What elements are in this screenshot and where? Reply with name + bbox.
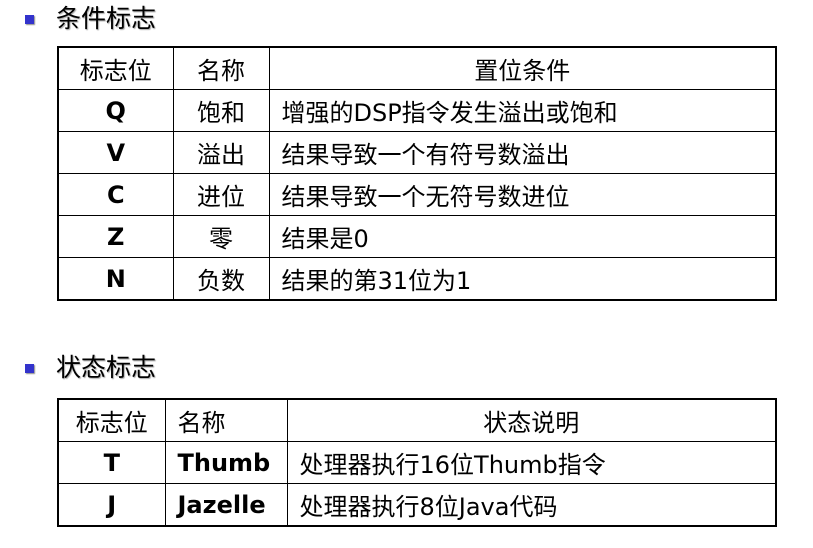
flag-cell: Q	[57, 89, 174, 132]
name-cell: Jazelle	[164, 483, 288, 527]
state-flags-table: 标志位 名称 状态说明 T Thumb 处理器执行16位Thumb指令 J Ja…	[57, 398, 777, 527]
condition-cell: 结果是0	[268, 215, 777, 258]
header-flag: 标志位	[57, 46, 174, 90]
condition-cell: 结果导致一个有符号数溢出	[268, 131, 777, 174]
table-row: J Jazelle 处理器执行8位Java代码	[57, 483, 777, 527]
name-cell: 零	[172, 215, 270, 258]
table-row: V 溢出 结果导致一个有符号数溢出	[57, 131, 777, 174]
table-row: C 进位 结果导致一个无符号数进位	[57, 173, 777, 216]
name-cell: Thumb	[164, 441, 288, 484]
flag-cell: V	[57, 131, 174, 174]
table-row: Z 零 结果是0	[57, 215, 777, 258]
condition-flags-heading: 条件标志	[25, 4, 156, 34]
header-condition: 置位条件	[268, 46, 777, 90]
condition-cell: 增强的DSP指令发生溢出或饱和	[268, 89, 777, 132]
square-bullet-icon	[25, 14, 34, 24]
header-flag: 标志位	[57, 398, 166, 442]
table-row: T Thumb 处理器执行16位Thumb指令	[57, 441, 777, 484]
flag-cell: C	[57, 173, 174, 216]
name-cell: 负数	[172, 257, 270, 301]
condition-flags-title: 条件标志	[56, 4, 157, 33]
name-cell: 饱和	[172, 89, 270, 132]
table-row: N 负数 结果的第31位为1	[57, 257, 777, 301]
description-cell: 处理器执行16位Thumb指令	[286, 441, 777, 484]
header-name: 名称	[164, 398, 288, 442]
description-cell: 处理器执行8位Java代码	[286, 483, 777, 527]
state-flags-title: 状态标志	[56, 353, 157, 382]
condition-flags-table: 标志位 名称 置位条件 Q 饱和 增强的DSP指令发生溢出或饱和 V 溢出 结果…	[57, 46, 777, 301]
header-name: 名称	[172, 46, 270, 90]
name-cell: 进位	[172, 173, 270, 216]
flag-cell: N	[57, 257, 174, 301]
condition-cell: 结果的第31位为1	[268, 257, 777, 301]
state-flags-heading: 状态标志	[25, 353, 156, 383]
table-header-row: 标志位 名称 置位条件	[57, 46, 777, 90]
flag-cell: T	[57, 441, 166, 484]
table-header-row: 标志位 名称 状态说明	[57, 398, 777, 442]
header-description: 状态说明	[286, 398, 777, 442]
square-bullet-icon	[25, 363, 34, 373]
name-cell: 溢出	[172, 131, 270, 174]
flag-cell: Z	[57, 215, 174, 258]
flag-cell: J	[57, 483, 166, 527]
table-row: Q 饱和 增强的DSP指令发生溢出或饱和	[57, 89, 777, 132]
condition-cell: 结果导致一个无符号数进位	[268, 173, 777, 216]
